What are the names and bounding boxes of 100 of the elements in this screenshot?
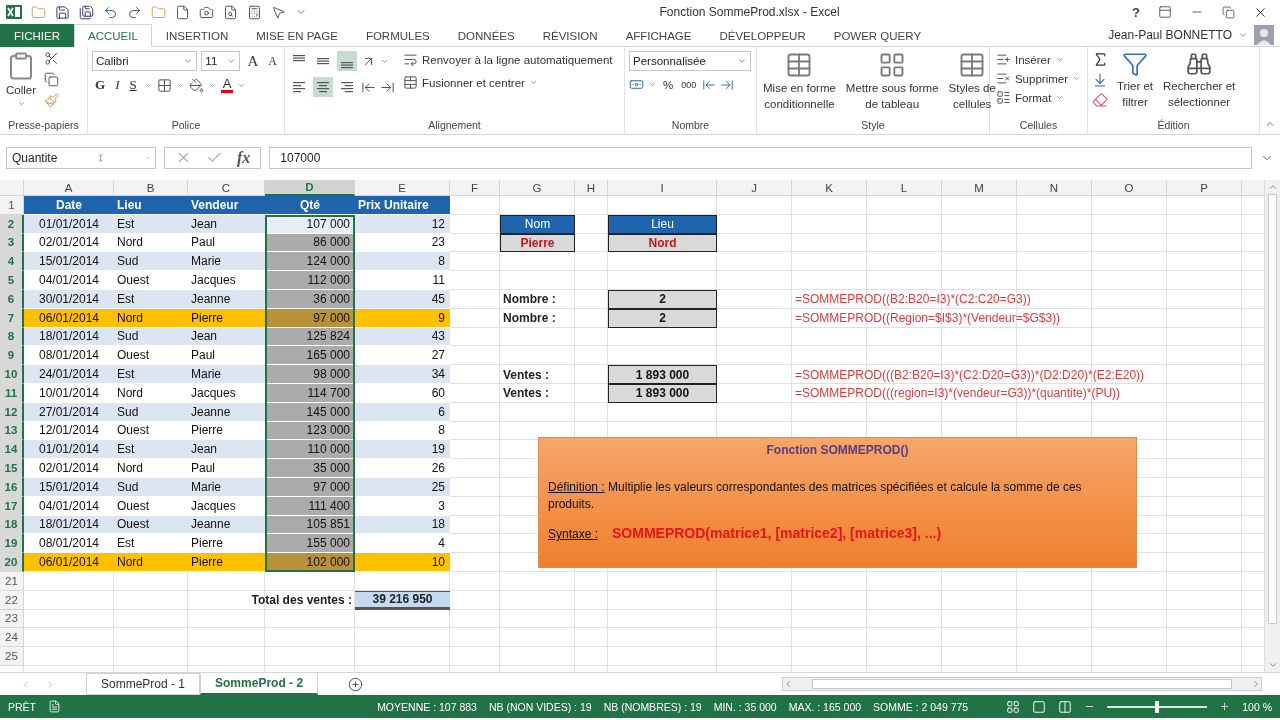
sheet-tab[interactable]: SommeProd - 2: [200, 672, 319, 695]
column-letter[interactable]: J: [717, 180, 792, 196]
percent-button[interactable]: %: [661, 77, 676, 92]
camera-icon[interactable]: [199, 4, 214, 20]
pointer-icon[interactable]: [271, 4, 286, 20]
ribbon-tab[interactable]: FORMULES: [351, 24, 444, 47]
column-letter[interactable]: N: [1017, 180, 1092, 196]
scroll-up-icon[interactable]: [1267, 182, 1278, 192]
row-number[interactable]: 19: [0, 534, 24, 554]
increase-decimal-icon[interactable]: [720, 77, 735, 92]
currency-icon[interactable]: [629, 77, 644, 92]
row-number[interactable]: 10: [0, 365, 24, 384]
column-letter[interactable]: L: [867, 180, 942, 196]
font-name-field[interactable]: Calibri: [92, 51, 198, 71]
font-color-button[interactable]: A: [220, 77, 234, 93]
insert-function-button[interactable]: fx: [237, 148, 251, 167]
add-sheet-icon[interactable]: [348, 676, 364, 692]
grow-font-button[interactable]: A: [244, 52, 262, 70]
style-button[interactable]: Mise en forme conditionnelle: [761, 51, 838, 119]
redo-icon[interactable]: [127, 4, 142, 20]
horizontal-align-icon[interactable]: [313, 77, 333, 97]
row-number[interactable]: 9: [0, 346, 24, 366]
name-box[interactable]: Quantite: [6, 146, 156, 169]
row-number[interactable]: 5: [0, 271, 24, 290]
sort-filter-button[interactable]: Trier et filtrer: [1115, 51, 1155, 119]
font-size-field[interactable]: 11: [201, 51, 241, 71]
restore-icon[interactable]: [1222, 5, 1235, 19]
column-letter[interactable]: H: [575, 180, 608, 196]
ribbon-tab[interactable]: ACCUEIL: [74, 24, 152, 47]
cut-icon[interactable]: [44, 51, 60, 66]
ribbon-tab[interactable]: MISE EN PAGE: [242, 24, 352, 47]
paste-button[interactable]: Coller: [4, 51, 39, 119]
style-button[interactable]: Mettre sous forme de tableau: [843, 51, 941, 119]
column-letter[interactable]: B: [114, 180, 188, 196]
row-number[interactable]: 15: [0, 459, 24, 478]
ribbon-tab[interactable]: POWER QUERY: [819, 24, 936, 47]
zoom-thumb[interactable]: [1155, 700, 1160, 713]
caret-icon[interactable]: [648, 80, 657, 89]
calculator-icon[interactable]: [247, 4, 262, 20]
row-number[interactable]: 24: [0, 628, 24, 648]
number-format-field[interactable]: Personnalisée: [629, 51, 751, 71]
column-letter[interactable]: D: [265, 180, 355, 196]
file-tab[interactable]: FICHIER: [0, 24, 74, 47]
row-number[interactable]: 14: [0, 440, 24, 460]
wrap-text-button[interactable]: Renvoyer à la ligne automatiquement: [401, 51, 615, 68]
save-as-icon[interactable]: [79, 4, 94, 20]
scrollbar-thumb[interactable]: [812, 679, 1232, 689]
folder-icon[interactable]: [31, 4, 46, 20]
page-break-icon[interactable]: [1058, 699, 1073, 714]
ribbon-tab[interactable]: RÉVISION: [528, 24, 612, 47]
ribbon-tab[interactable]: DONNÉES: [443, 24, 529, 47]
print-preview-icon[interactable]: [223, 4, 238, 20]
row-number[interactable]: 20: [0, 553, 24, 572]
row-number[interactable]: 1: [0, 196, 24, 215]
merge-center-button[interactable]: Fusionner et centrer: [401, 74, 615, 91]
cells-button[interactable]: Supprimer: [994, 70, 1083, 87]
shrink-font-button[interactable]: A: [265, 53, 280, 69]
sheet-tab[interactable]: SommeProd - 1: [86, 672, 201, 695]
column-letter[interactable]: C: [188, 180, 265, 196]
undo-icon[interactable]: [103, 4, 118, 20]
user-name[interactable]: Jean-Paul BONNETTO: [1108, 27, 1232, 42]
new-file-icon[interactable]: [175, 4, 190, 20]
bold-button[interactable]: G: [92, 77, 109, 93]
fill-icon[interactable]: [1092, 72, 1108, 88]
column-letter[interactable]: O: [1092, 180, 1167, 196]
scroll-down-icon[interactable]: [1267, 660, 1278, 670]
column-letter[interactable]: G: [500, 180, 575, 196]
zoom-level[interactable]: 100 %: [1242, 700, 1272, 713]
copy-icon[interactable]: [44, 72, 60, 87]
normal-view-icon[interactable]: [1006, 699, 1021, 714]
column-letter[interactable]: P: [1167, 180, 1242, 196]
zoom-in-icon[interactable]: [1219, 701, 1231, 712]
ribbon-tab[interactable]: AFFICHAGE: [611, 24, 706, 47]
column-letter[interactable]: F: [450, 180, 500, 196]
column-letter[interactable]: K: [792, 180, 867, 196]
ribbon-display-icon[interactable]: [1158, 5, 1172, 19]
formula-field[interactable]: 107000: [269, 146, 1252, 169]
italic-button[interactable]: I: [112, 77, 123, 93]
row-number[interactable]: 4: [0, 252, 24, 272]
save-icon[interactable]: [55, 4, 70, 20]
column-letter[interactable]: A: [24, 180, 114, 196]
thousands-button[interactable]: 000: [679, 78, 699, 91]
find-select-button[interactable]: Rechercher et sélectionner: [1161, 51, 1238, 119]
column-letter[interactable]: M: [942, 180, 1017, 196]
decrease-decimal-icon[interactable]: [702, 77, 717, 92]
fill-color-icon[interactable]: [188, 77, 204, 93]
ribbon-tab[interactable]: DÉVELOPPEUR: [705, 24, 820, 47]
scrollbar-thumb[interactable]: [1268, 194, 1277, 624]
column-letter[interactable]: I: [608, 180, 717, 196]
help-button[interactable]: ?: [1132, 4, 1140, 20]
page-layout-icon[interactable]: [1032, 699, 1047, 714]
format-painter-icon[interactable]: [44, 93, 60, 108]
vertical-align-icon[interactable]: [337, 51, 357, 71]
scroll-left-icon[interactable]: [783, 679, 793, 689]
borders-icon[interactable]: [156, 77, 172, 93]
scroll-right-icon[interactable]: [1251, 679, 1261, 689]
column-letter[interactable]: E: [355, 180, 450, 196]
ribbon-tab[interactable]: INSERTION: [151, 24, 243, 47]
eraser-icon[interactable]: [1092, 92, 1108, 108]
underline-button[interactable]: S: [126, 77, 140, 93]
